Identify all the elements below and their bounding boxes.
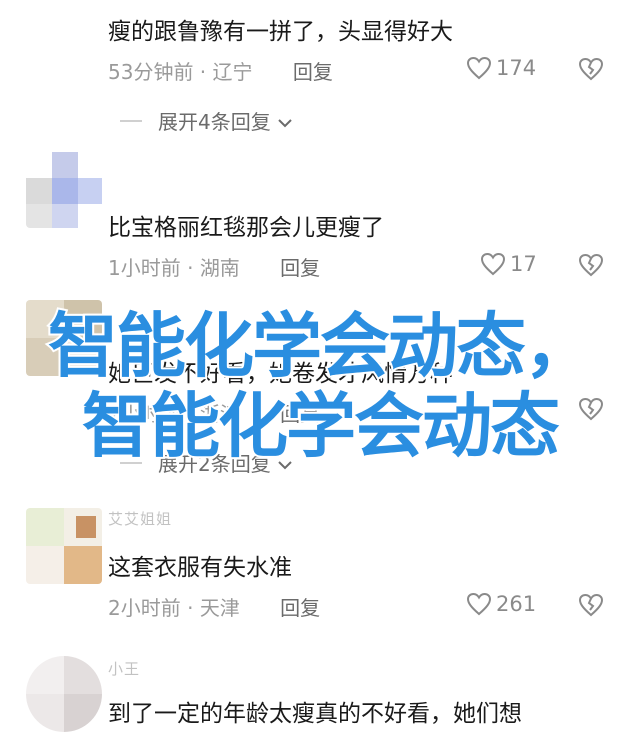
dislike-button[interactable] — [578, 57, 604, 81]
reply-button[interactable]: 回复 — [280, 596, 320, 620]
dislike-button[interactable] — [578, 253, 604, 277]
like-count: 261 — [496, 592, 537, 616]
like-button[interactable]: 261 — [466, 592, 536, 616]
comment-text: 这套衣服有失水准 — [108, 555, 292, 581]
comment-location: 辽宁 — [212, 60, 253, 84]
comment-time: 53分钟前 — [108, 60, 194, 84]
like-button[interactable]: 174 — [466, 56, 536, 80]
comment-text: 比宝格丽红毯那会儿更瘦了 — [108, 215, 384, 241]
like-count: 17 — [510, 252, 537, 276]
like-button[interactable]: 17 — [480, 252, 537, 276]
comment-text: 到了一定的年龄太瘦真的不好看，她们想 — [108, 701, 522, 727]
comment-time: 1小时前 — [108, 256, 181, 280]
comment-feed: 瘦的跟鲁豫有一拼了，头显得好大 53分钟前 · 辽宁 回复 174 展开4条回复 — [0, 0, 640, 732]
avatar[interactable] — [26, 656, 102, 732]
comment-meta: 1小时前 · 湖南 回复 — [108, 256, 321, 280]
broken-heart-icon — [578, 253, 604, 277]
like-count: 174 — [496, 56, 537, 80]
comment-location: 天津 — [199, 596, 240, 620]
comment-username[interactable]: 小王 — [108, 658, 140, 679]
reply-button[interactable]: 回复 — [293, 60, 333, 84]
expand-replies-button[interactable]: 展开4条回复 — [120, 106, 293, 135]
avatar[interactable] — [26, 152, 102, 228]
dislike-button[interactable] — [578, 593, 604, 617]
comment-text: 瘦的跟鲁豫有一拼了，头显得好大 — [108, 19, 453, 45]
heart-icon — [480, 252, 506, 276]
chevron-down-icon — [277, 109, 293, 133]
heart-icon — [466, 56, 492, 80]
watermark-overlay-line-2: 智能化学会动态 — [80, 383, 562, 469]
heart-icon — [466, 592, 492, 616]
comment-meta: 2小时前 · 天津 回复 — [108, 596, 321, 620]
broken-heart-icon — [578, 593, 604, 617]
broken-heart-icon — [578, 57, 604, 81]
comment-meta: 53分钟前 · 辽宁 回复 — [108, 60, 333, 84]
avatar[interactable] — [26, 508, 102, 584]
comment-username[interactable]: 艾艾姐姐 — [108, 508, 172, 529]
divider-line — [120, 119, 142, 122]
reply-button[interactable]: 回复 — [280, 256, 320, 280]
avatar[interactable] — [26, 0, 102, 20]
comment-location: 湖南 — [199, 256, 240, 280]
comment-time: 2小时前 — [108, 596, 181, 620]
